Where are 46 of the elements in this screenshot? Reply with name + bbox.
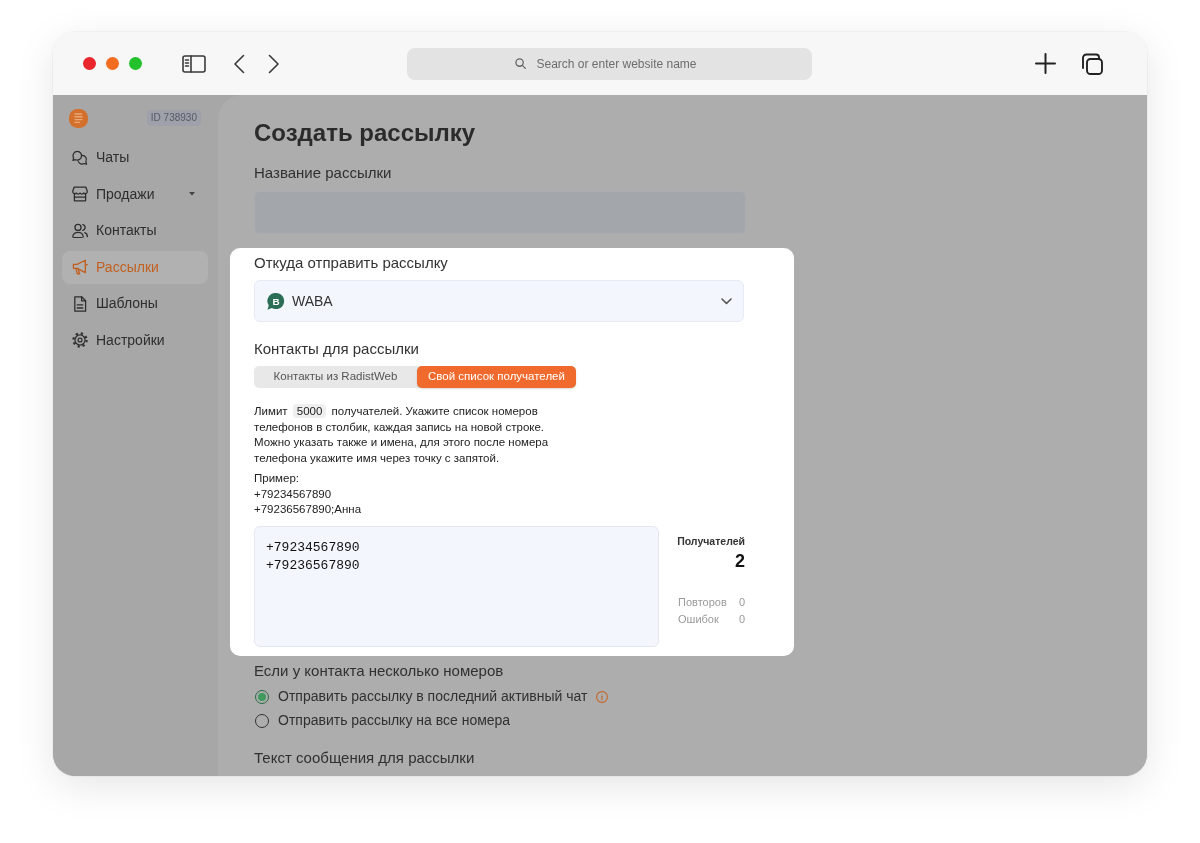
radio-label: Отправить рассылку на все номера [278,711,511,730]
recipients-count: 2 [735,549,745,572]
document-icon [72,295,88,312]
chevron-down-icon [721,297,732,305]
stat-value: 0 [738,611,745,627]
gear-icon [72,332,88,348]
sidebar-item[interactable]: Контакты [62,214,208,247]
plus-icon[interactable] [1035,53,1056,74]
radio-label: Отправить рассылку в последний активный чат [278,687,588,706]
tabs-icon[interactable] [1081,52,1103,75]
users-icon [72,222,88,239]
instructions-text: Лимит 5000 получателей. Укажите список номеров телефонов в столбик, каждая запись на новой строке. Можно указать также и имена, для этого после номера телефона укажите имя через точку с запятой. [254,404,550,466]
megaphone-icon [72,259,88,275]
channel-logo-icon: B [266,291,285,311]
account-id-badge: ID 738930 [146,110,201,126]
address-field[interactable]: Search or enter website name [407,47,812,80]
window-zoom-icon[interactable] [129,57,142,70]
segment-tab[interactable]: Контакты из RadistWeb [254,366,417,388]
window-minimize-icon[interactable] [106,57,119,70]
store-icon [72,186,88,202]
sidebar-item[interactable]: Настройки [62,323,208,357]
back-icon[interactable] [233,53,245,74]
chat-bubbles-icon [72,149,88,166]
section-label: Если у контакта несколько номеров [254,660,505,681]
channel-select[interactable]: B WABA [254,280,744,322]
section-label: Контакты для рассылки [254,339,420,359]
field-label: Откуда отправить рассылку [254,253,449,273]
forward-icon[interactable] [268,53,280,74]
sidebar-item[interactable]: Шаблоны [62,287,208,320]
logo-icon [69,108,88,128]
example-text: Пример: +79234567890 +79236567890;Анна [254,471,363,517]
phone-list-field[interactable]: +79234567890 +79236567890 [254,525,659,647]
window-close-icon[interactable] [83,57,96,70]
recipients-label: Получателей [677,533,745,549]
field-label: Название рассылки [254,163,393,183]
caret-icon[interactable] [189,192,195,196]
section-label: Текст сообщения для рассылки [254,747,476,768]
sidebar-item[interactable]: Чаты [62,141,208,174]
page-title: Создать рассылку [254,118,477,148]
stat-value: 0 [738,594,745,610]
sidebar-icon[interactable] [182,54,206,73]
sidebar-item[interactable]: Продажи [62,177,208,211]
stat-label: Повторов [678,594,727,610]
segment-tab[interactable]: Свой список получателей [417,366,576,388]
search-icon [515,58,526,69]
stat-label: Ошибок [678,611,719,627]
